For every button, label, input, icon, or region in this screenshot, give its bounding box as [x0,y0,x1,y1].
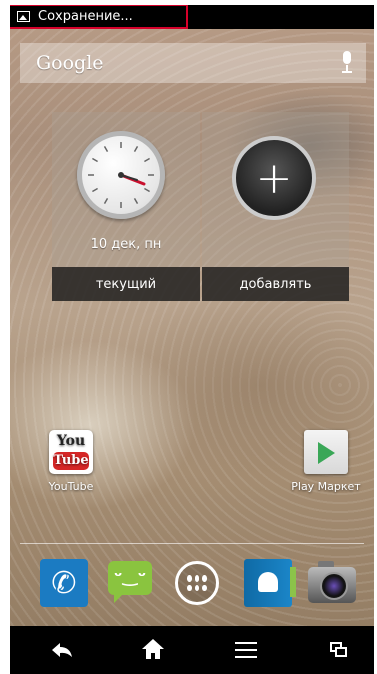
current-button[interactable]: текущий [52,267,200,301]
home-icon[interactable] [123,626,183,674]
app-label: YouTube [48,480,94,493]
saving-notification[interactable]: Сохранение... [10,5,188,29]
notification-text: Сохранение... [38,9,133,24]
analog-clock[interactable] [77,131,165,219]
youtube-app[interactable]: You Tube YouTube [36,430,106,493]
phone-icon[interactable]: ✆ [40,559,88,607]
menu-icon[interactable] [216,626,276,674]
add-panel[interactable]: + добавлять [202,112,349,301]
image-icon [17,11,30,22]
back-icon[interactable] [32,626,92,674]
status-bar[interactable]: Сохранение... [10,5,374,29]
play-market-icon [304,430,348,474]
dock: ✆ ᵕ‿ᵕ [10,559,374,613]
dock-divider [20,543,364,544]
camera-icon[interactable] [308,559,356,607]
plus-icon[interactable]: + [232,136,316,220]
youtube-icon-text-top: You [56,433,86,449]
google-search-bar[interactable]: Google [20,43,366,83]
app-label: Play Маркет [291,480,361,493]
add-button[interactable]: добавлять [202,267,349,301]
messaging-icon[interactable]: ᵕ‿ᵕ [106,559,154,607]
mic-icon[interactable] [340,51,354,75]
clock-face-icon [88,142,154,208]
play-market-app[interactable]: Play Маркет [286,430,366,493]
youtube-icon: You Tube [49,430,93,474]
recent-apps-icon[interactable] [308,626,368,674]
google-logo: Google [36,52,104,74]
app-drawer-icon[interactable] [175,561,219,605]
youtube-icon-text-bottom: Tube [53,452,89,470]
navigation-bar [10,626,374,674]
contacts-icon[interactable] [244,559,296,607]
clock-date: 10 дек, пн [90,237,162,252]
clock-panel[interactable]: 10 дек, пн текущий [52,112,200,301]
home-screen: Сохранение... Google 10 дек, пн текущий … [10,5,374,674]
clock-widget: 10 дек, пн текущий + добавлять [52,112,349,301]
